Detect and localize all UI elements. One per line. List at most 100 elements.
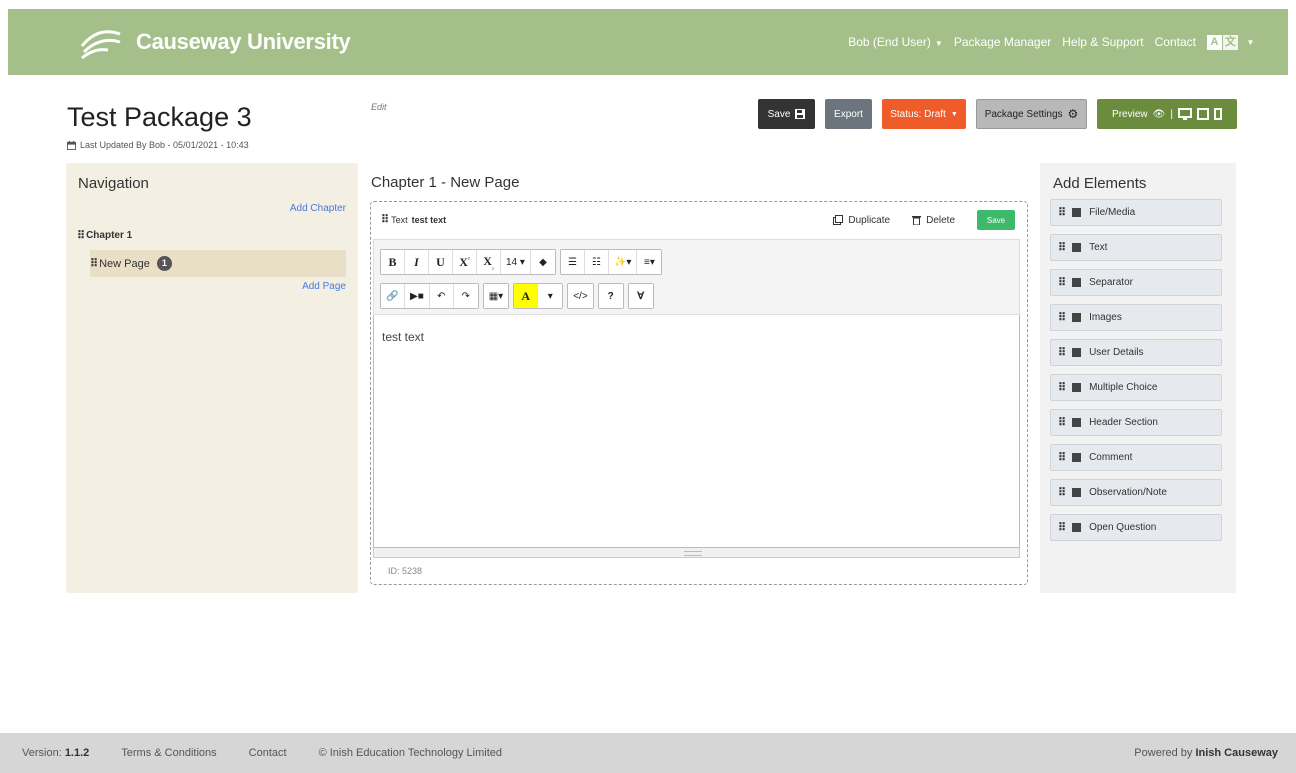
add-chapter-link[interactable]: Add Chapter bbox=[290, 203, 346, 214]
mobile-icon[interactable] bbox=[1213, 108, 1222, 120]
package-manager-link[interactable]: Package Manager bbox=[954, 35, 1051, 49]
element-separator[interactable]: ⠿ Separator bbox=[1050, 269, 1222, 296]
subscript-button[interactable]: X₂ bbox=[477, 250, 501, 274]
save-button[interactable]: Save bbox=[758, 99, 815, 129]
element-open-question[interactable]: ⠿ Open Question bbox=[1050, 514, 1222, 541]
font-size-dropdown[interactable]: 14 ▾ bbox=[501, 250, 531, 274]
bullet-list-icon[interactable]: ☰ bbox=[560, 250, 585, 274]
status-label: Status: Draft bbox=[890, 108, 946, 120]
package-settings-label: Package Settings bbox=[984, 108, 1063, 120]
numbered-list-icon[interactable]: ☷ bbox=[584, 250, 609, 274]
superscript-button[interactable]: X² bbox=[453, 250, 477, 274]
media-icon[interactable]: ▶■ bbox=[405, 284, 430, 308]
add-elements-panel: Add Elements ⠿ File/Media ⠿ Text ⠿ Separato… bbox=[1040, 163, 1236, 593]
drag-handle-icon: ⠿ bbox=[1058, 347, 1066, 359]
element-file-media[interactable]: ⠿ File/Media bbox=[1050, 199, 1222, 226]
square-icon bbox=[1072, 348, 1082, 357]
language-icon-a: A bbox=[1207, 34, 1222, 50]
drag-handle-icon: ⠿ bbox=[1058, 312, 1066, 324]
underline-button[interactable]: U bbox=[429, 250, 453, 274]
element-images[interactable]: ⠿ Images bbox=[1050, 304, 1222, 331]
top-navbar: Causeway University Bob (End User) ▼ Pack… bbox=[8, 9, 1288, 75]
chapter-item[interactable]: ⠿ Chapter 1 bbox=[77, 229, 132, 242]
element-list: ⠿ File/Media ⠿ Text ⠿ Separator ⠿ Images ⠿ Us… bbox=[1050, 199, 1222, 549]
help-support-link[interactable]: Help & Support bbox=[1062, 35, 1143, 49]
version-label: Version: bbox=[22, 747, 62, 759]
contact-link[interactable]: Contact bbox=[1155, 35, 1196, 49]
code-view-icon[interactable]: </> bbox=[568, 284, 593, 308]
text-content-area[interactable]: test text bbox=[373, 315, 1020, 548]
resize-handle[interactable] bbox=[373, 548, 1020, 558]
caret-down-icon[interactable]: ▾ bbox=[538, 284, 563, 308]
align-icon[interactable]: ≡▾ bbox=[637, 250, 662, 274]
copyright: © Inish Education Technology Limited bbox=[318, 747, 502, 759]
eraser-icon[interactable]: ◆ bbox=[530, 250, 555, 274]
drag-handle-icon: ⠿ bbox=[1058, 487, 1066, 499]
element-label: Header Section bbox=[1089, 417, 1158, 428]
link-icon[interactable]: 🔗 bbox=[381, 284, 405, 308]
special-char-icon[interactable]: ∀ bbox=[628, 284, 653, 308]
element-label: Comment bbox=[1089, 452, 1133, 463]
element-name: test text bbox=[411, 214, 447, 225]
page-item-new-page[interactable]: ⠿ New Page 1 bbox=[90, 250, 346, 277]
text-element-editor: ⠿ Text test text Duplicate Delete Save B… bbox=[370, 201, 1028, 585]
delete-button[interactable]: Delete bbox=[912, 215, 955, 226]
element-user-details[interactable]: ⠿ User Details bbox=[1050, 339, 1222, 366]
add-page-link[interactable]: Add Page bbox=[302, 281, 346, 292]
package-settings-button[interactable]: Package Settings ⚙ bbox=[976, 99, 1087, 129]
delete-label: Delete bbox=[926, 214, 955, 226]
export-button[interactable]: Export bbox=[825, 99, 872, 129]
element-header-section[interactable]: ⠿ Header Section bbox=[1050, 409, 1222, 436]
element-label: Text bbox=[1089, 242, 1108, 253]
tablet-icon[interactable] bbox=[1196, 108, 1209, 120]
element-label: Observation/Note bbox=[1089, 487, 1167, 498]
element-multiple-choice[interactable]: ⠿ Multiple Choice bbox=[1050, 374, 1222, 401]
toolbar-row-2: 🔗 ▶■ ↶ ↷ ▦▾ A ▾ </> ? ∀ bbox=[380, 283, 654, 309]
bold-button[interactable]: B bbox=[381, 250, 405, 274]
element-id: ID: 5238 bbox=[388, 566, 423, 576]
gear-icon: ⚙ bbox=[1067, 107, 1079, 121]
user-menu[interactable]: Bob (End User) ▼ bbox=[848, 35, 943, 49]
help-icon[interactable]: ? bbox=[598, 284, 623, 308]
drag-handle-icon[interactable]: ⠿ bbox=[77, 229, 85, 242]
undo-icon[interactable]: ↶ bbox=[429, 284, 454, 308]
magic-wand-icon[interactable]: ✨▾ bbox=[608, 250, 638, 274]
element-observation-note[interactable]: ⠿ Observation/Note bbox=[1050, 479, 1222, 506]
copy-icon bbox=[833, 215, 844, 225]
version: Version: 1.1.2 bbox=[22, 747, 89, 759]
status-dropdown[interactable]: Status: Draft ▼ bbox=[882, 99, 966, 129]
highlight-color-icon[interactable]: A bbox=[514, 284, 539, 308]
element-save-button[interactable]: Save bbox=[977, 210, 1015, 230]
square-icon bbox=[1072, 278, 1082, 287]
caret-down-icon: ▼ bbox=[1246, 37, 1255, 47]
footer-contact-link[interactable]: Contact bbox=[249, 747, 287, 759]
brand[interactable]: Causeway University bbox=[78, 24, 351, 60]
square-icon bbox=[1072, 523, 1082, 532]
square-icon bbox=[1072, 488, 1082, 497]
drag-handle-icon: ⠿ bbox=[1058, 452, 1066, 464]
element-text[interactable]: ⠿ Text bbox=[1050, 234, 1222, 261]
caret-down-icon: ▼ bbox=[950, 110, 958, 118]
navigation-title: Navigation bbox=[78, 175, 149, 192]
separator: | bbox=[1170, 108, 1173, 120]
table-icon[interactable]: ▦▾ bbox=[483, 284, 509, 308]
element-header: ⠿ Text test text bbox=[381, 213, 446, 226]
language-icon-b: 文 bbox=[1223, 34, 1238, 50]
powered-by-label: Powered by bbox=[1134, 747, 1193, 759]
element-comment[interactable]: ⠿ Comment bbox=[1050, 444, 1222, 471]
redo-icon[interactable]: ↷ bbox=[453, 284, 478, 308]
duplicate-button[interactable]: Duplicate bbox=[833, 215, 890, 226]
language-menu[interactable]: A 文 ▼ bbox=[1207, 34, 1258, 50]
desktop-icon[interactable] bbox=[1177, 108, 1192, 120]
drag-handle-icon: ⠿ bbox=[1058, 417, 1066, 429]
terms-link[interactable]: Terms & Conditions bbox=[121, 747, 216, 759]
square-icon bbox=[1072, 313, 1082, 322]
navigation-panel: Navigation Add Chapter ⠿ Chapter 1 ⠿ New… bbox=[66, 163, 358, 593]
drag-handle-icon[interactable]: ⠿ bbox=[90, 257, 98, 270]
drag-handle-icon[interactable]: ⠿ bbox=[381, 213, 389, 226]
help-group: ? bbox=[597, 283, 624, 309]
table-group: ▦▾ bbox=[482, 283, 510, 309]
list-group: ☰ ☷ ✨▾ ≡▾ bbox=[559, 249, 663, 275]
preview-button[interactable]: Preview 👁 | bbox=[1097, 99, 1237, 129]
italic-button[interactable]: I bbox=[405, 250, 429, 274]
